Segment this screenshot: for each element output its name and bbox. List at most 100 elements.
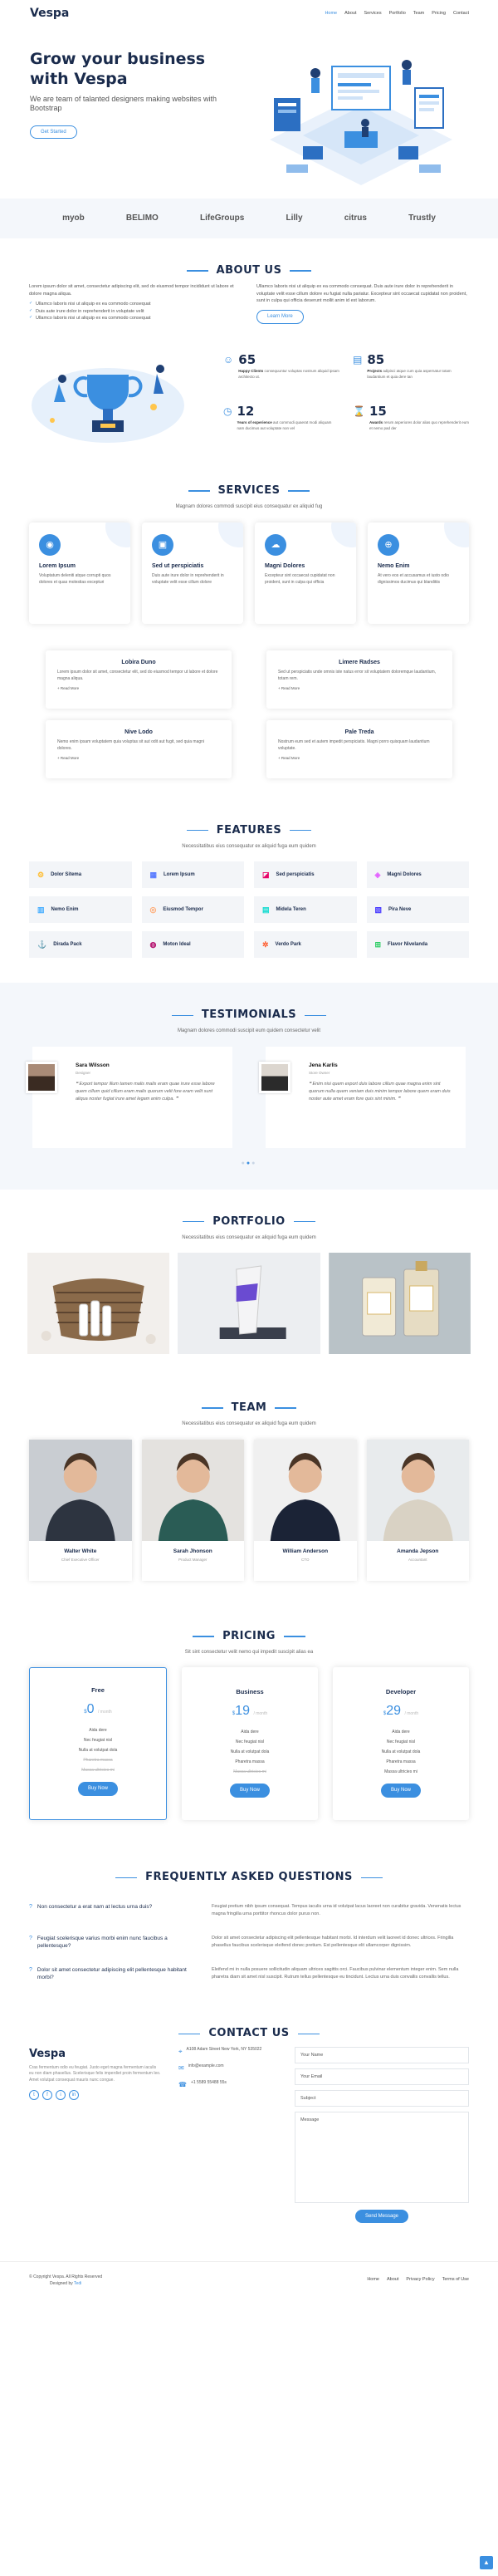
services-section: SERVICES Magnam dolores commodi suscipit… [0, 445, 498, 778]
client-logo: myob [62, 213, 85, 223]
team-member[interactable]: William Anderson CTO [254, 1439, 357, 1581]
contact-phone[interactable]: +1 5589 55488 55s [191, 2080, 227, 2090]
footer-link[interactable]: About [387, 2277, 398, 2284]
feature-box[interactable]: ▦ Lorem Ipsum [141, 861, 244, 889]
footer-link[interactable]: Home [367, 2277, 379, 2284]
service-card[interactable]: ▣ Sed ut perspiciatis Duis aute irure dolo… [142, 522, 243, 624]
price-period: / month [98, 1709, 112, 1715]
nav-item-team[interactable]: Team [413, 11, 424, 17]
faq-question[interactable]: ? Feugiat scelerisque varius morbi enim n… [29, 1935, 195, 1950]
feature-box[interactable]: ▥ Nemo Enim [29, 896, 132, 924]
footer-link[interactable]: Terms of Use [442, 2277, 469, 2284]
count-label: Projects [367, 369, 383, 374]
service-title[interactable]: Lorem Ipsum [39, 562, 120, 571]
feature-box[interactable]: ✲ Verdo Park [254, 931, 357, 959]
faq-item: ? Non consectetur a erat nam at lectus ur… [29, 1903, 469, 1918]
nav-item-portfolio[interactable]: Portfolio [389, 11, 406, 17]
faq-question[interactable]: ? Dolor sit amet consectetur adipiscing e… [29, 1966, 195, 1981]
designer-link[interactable]: Tedi [74, 2281, 81, 2286]
send-message-button[interactable]: Send Message [354, 2209, 409, 2224]
price-period: / month [404, 1710, 419, 1716]
read-more-link[interactable]: + Read More [278, 756, 441, 761]
feature-label: Nemo Enim [51, 906, 79, 912]
feature-box[interactable]: ⚙ Dolor Sitema [29, 861, 132, 889]
linkedin-icon[interactable]: in [69, 2090, 79, 2101]
service-card[interactable]: ◉ Lorem Ipsum Voluptatum deleniti atque co… [29, 522, 130, 624]
faq-question[interactable]: ? Non consectetur a erat nam at lectus ur… [29, 1903, 195, 1918]
team-member[interactable]: Walter White Chief Executive Officer [29, 1439, 132, 1581]
facebook-icon[interactable]: f [42, 2090, 52, 2101]
buy-now-button[interactable]: Buy Now [380, 1784, 421, 1798]
feature-label: Midela Teren [276, 906, 306, 912]
feature-box[interactable]: ◎ Eiusmod Tempor [141, 896, 244, 924]
question-icon: ? [29, 1936, 32, 1942]
feature-box[interactable]: ▧ Pira Neve [366, 896, 469, 924]
feature-box[interactable]: ◈ Magni Dolores [366, 861, 469, 889]
pricing-plan: Business $19 / month Aida dere Nec feugiat … [182, 1667, 318, 1820]
read-more-link[interactable]: + Read More [57, 686, 220, 691]
plan-feature: Aida dere [392, 1730, 410, 1735]
feature-box[interactable]: ⊞ Flavor Nivelanda [366, 931, 469, 959]
logo[interactable]: Vespa [30, 6, 69, 22]
site-footer: © Copyright Vespa. All Rights Reserved D… [0, 2261, 498, 2569]
question-icon: ? [29, 1904, 32, 1911]
email-field[interactable]: Your Email [295, 2068, 469, 2085]
feature-box[interactable]: ▤ Midela Teren [254, 896, 357, 924]
nav-item-services[interactable]: Services [364, 11, 381, 17]
slider-dot[interactable]: ● [251, 1160, 256, 1166]
price-amount: 0 [86, 1701, 95, 1716]
testimonial-avatar [259, 1061, 290, 1093]
about-list: Ullamco laboris nisi ut aliquip ex ea co… [29, 301, 242, 322]
faq-list: ? Non consectetur a erat nam at lectus ur… [29, 1903, 469, 1981]
nav-item-home[interactable]: Home [325, 11, 337, 17]
contact-email[interactable]: info@example.com [188, 2063, 224, 2073]
buy-now-button[interactable]: Buy Now [77, 1782, 118, 1796]
faq-answer: Feugiat pretium nibh ipsum consequat. Te… [212, 1904, 461, 1917]
nav-item-about[interactable]: About [344, 11, 356, 17]
instagram-icon[interactable]: i [56, 2090, 66, 2101]
features-grid: ⚙ Dolor Sitema ▦ Lorem Ipsum ◪ Sed perspiciat… [29, 861, 469, 959]
social-links: t f i in [29, 2090, 162, 2101]
portfolio-item[interactable] [178, 1253, 320, 1355]
copyright: © Copyright Vespa. All Rights Reserved D… [29, 2274, 103, 2287]
count-icon: ⌛ [353, 405, 365, 418]
read-more-link[interactable]: + Read More [278, 686, 441, 691]
footer-link[interactable]: Privacy Policy [406, 2277, 434, 2284]
count-icon: ☺ [223, 354, 234, 366]
nav-item-pricing[interactable]: Pricing [432, 11, 446, 17]
twitter-icon[interactable]: t [29, 2090, 39, 2101]
team-member[interactable]: Amanda Jepson Accountant [366, 1439, 469, 1581]
plan-feature: Aida dere [89, 1728, 107, 1734]
testimonials-section: TESTIMONIALS Magnam dolores commodi susc… [0, 983, 498, 1190]
feature-box[interactable]: ⚓ Dirada Pack [29, 931, 132, 959]
service-title[interactable]: Nemo Enim [378, 562, 459, 571]
buy-now-button[interactable]: Buy Now [229, 1784, 270, 1798]
learn-more-button[interactable]: Learn More [256, 309, 304, 325]
portfolio-item[interactable] [27, 1253, 170, 1355]
feature-icon: ▦ [149, 870, 158, 879]
count-number: 85 [367, 352, 385, 368]
plan-price: $0 / month [30, 1700, 166, 1719]
feature-box[interactable]: ◪ Sed perspiciatis [254, 861, 357, 889]
slider-pagination[interactable]: ●●● [29, 1160, 469, 1168]
service-box-title: Limere Radses [339, 659, 380, 665]
get-started-button[interactable]: Get Started [30, 125, 77, 140]
back-to-top-button[interactable]: ▲ [480, 2556, 493, 2569]
service-title[interactable]: Magni Dolores [265, 562, 346, 571]
read-more-link[interactable]: + Read More [57, 756, 220, 761]
subject-field[interactable]: Subject [295, 2089, 469, 2107]
name-field[interactable]: Your Name [295, 2046, 469, 2063]
service-card[interactable]: ☁ Magni Dolores Excepteur sint occaecat cu… [255, 522, 356, 624]
service-title[interactable]: Sed ut perspiciatis [152, 562, 233, 571]
feature-box[interactable]: ◍ Moton Ideal [141, 931, 244, 959]
team-member[interactable]: Sarah Jhonson Product Manager [141, 1439, 244, 1581]
message-field[interactable]: Message [295, 2111, 469, 2203]
portfolio-item[interactable] [328, 1253, 471, 1355]
service-card[interactable]: ⊕ Nemo Enim At vero eos et accusamus et iu… [368, 522, 469, 624]
count-label: Awards [369, 420, 383, 425]
features-subtitle: Necessitatibus eius consequatur ex aliqu… [182, 843, 316, 849]
feature-label: Dolor Sitema [51, 871, 82, 877]
member-role: Chief Executive Officer [61, 1557, 100, 1562]
nav-item-contact[interactable]: Contact [453, 11, 469, 17]
pricing-plan: Developer $29 / month Aida dere Nec feugiat… [333, 1667, 469, 1820]
